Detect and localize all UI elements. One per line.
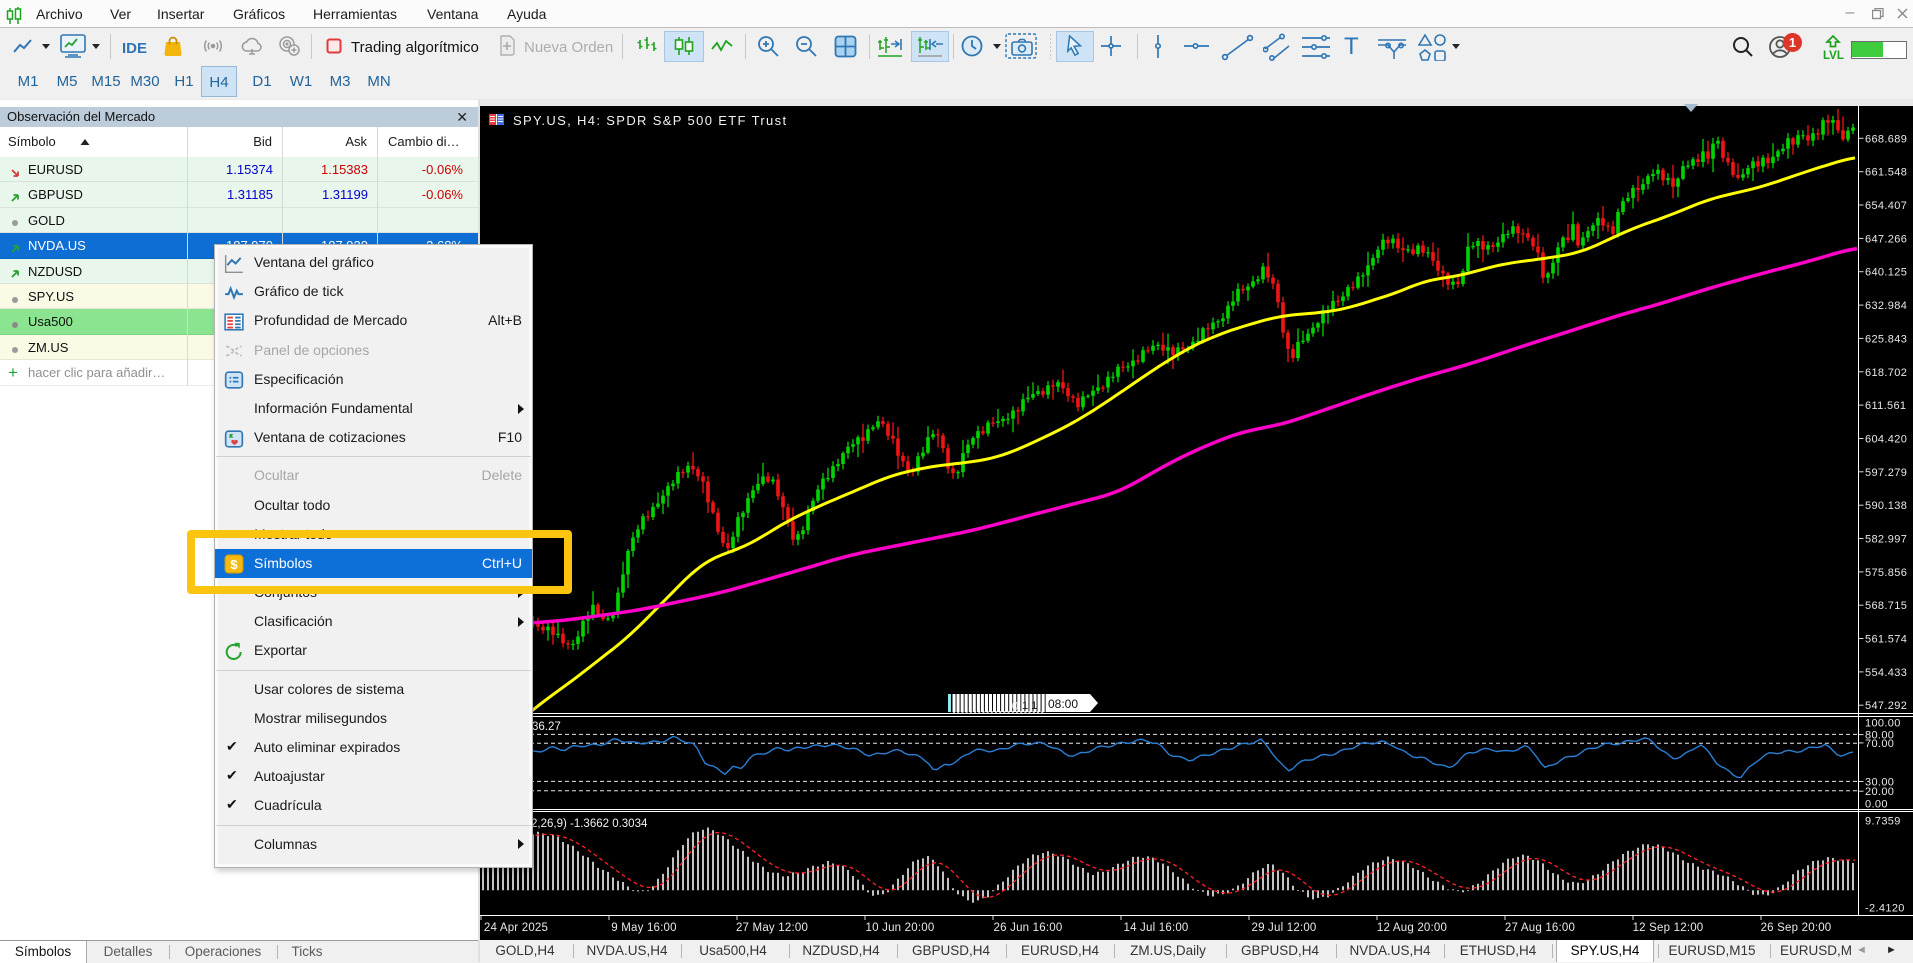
svg-text:625.843: 625.843	[1865, 333, 1907, 345]
svg-text:568.715: 568.715	[1865, 600, 1907, 612]
svg-text:27 Aug 16:00: 27 Aug 16:00	[1505, 922, 1575, 934]
svg-text:2,26,9) -1.3662 0.3034: 2,26,9) -1.3662 0.3034	[531, 818, 648, 830]
svg-text:1 1: 1 1	[1022, 700, 1037, 712]
svg-text:597.279: 597.279	[1865, 467, 1907, 479]
svg-text:12 Aug 20:00: 12 Aug 20:00	[1377, 922, 1447, 934]
svg-text:0: 0	[1012, 701, 1019, 713]
svg-text:632.984: 632.984	[1865, 300, 1907, 312]
svg-text:668.689: 668.689	[1865, 133, 1907, 145]
svg-text:590.138: 590.138	[1865, 500, 1907, 512]
svg-text:20.00: 20.00	[1865, 786, 1894, 798]
svg-text:100.00: 100.00	[1865, 718, 1901, 730]
svg-text:661.548: 661.548	[1865, 167, 1907, 179]
svg-text:-2.4120: -2.4120	[1865, 903, 1905, 915]
svg-text:29 Jul 12:00: 29 Jul 12:00	[1251, 922, 1316, 934]
svg-text:561.574: 561.574	[1865, 634, 1907, 646]
svg-text:SPY.US, H4: SPDR S&P 500 ETF: SPY.US, H4: SPDR S&P 500 ETF Trust	[513, 113, 787, 128]
svg-text:9 May 16:00: 9 May 16:00	[611, 922, 677, 934]
svg-text:640.125: 640.125	[1865, 267, 1907, 279]
svg-text:604.420: 604.420	[1865, 434, 1907, 446]
svg-text:547.292: 547.292	[1865, 700, 1907, 712]
svg-text:12 Sep 12:00: 12 Sep 12:00	[1633, 922, 1704, 934]
svg-text:582.997: 582.997	[1865, 534, 1907, 546]
svg-text:70.00: 70.00	[1865, 738, 1894, 750]
svg-text:654.407: 654.407	[1865, 200, 1907, 212]
svg-text:LVL: LVL	[1823, 50, 1844, 61]
svg-text:08:00: 08:00	[1048, 697, 1078, 711]
svg-text:26 Jun 16:00: 26 Jun 16:00	[994, 922, 1063, 934]
svg-text:9.7359: 9.7359	[1865, 816, 1901, 828]
svg-text:24 Apr 2025: 24 Apr 2025	[484, 922, 548, 934]
svg-text:0.00: 0.00	[1865, 799, 1888, 811]
svg-text:575.856: 575.856	[1865, 567, 1907, 579]
svg-text:14 Jul 16:00: 14 Jul 16:00	[1123, 922, 1188, 934]
svg-text:27 May 12:00: 27 May 12:00	[736, 922, 808, 934]
svg-text:618.702: 618.702	[1865, 367, 1907, 379]
svg-text:611.561: 611.561	[1865, 400, 1906, 412]
svg-text:10 Jun 20:00: 10 Jun 20:00	[866, 922, 935, 934]
svg-text:26 Sep 20:00: 26 Sep 20:00	[1761, 922, 1832, 934]
svg-text:647.266: 647.266	[1865, 233, 1907, 245]
svg-text:554.433: 554.433	[1865, 667, 1907, 679]
svg-text:36.27: 36.27	[532, 721, 561, 733]
